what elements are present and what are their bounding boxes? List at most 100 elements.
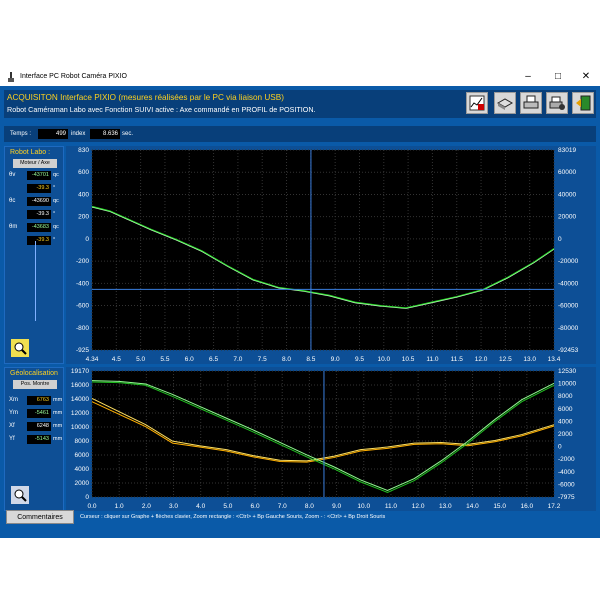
y-left-tick-label: 600 [78,169,89,176]
x-tick-label: 9.0 [331,356,340,363]
x-tick-label: 9.5 [355,356,364,363]
x-tick-label: 12.0 [412,503,425,510]
y-left-tick-label: 12000 [71,410,89,417]
geo-row-value: -5461 [27,409,51,418]
geo-row-label: Ym [9,410,18,416]
chart-settings-icon [469,95,485,111]
y-right-tick-label: -4000 [558,469,575,476]
print-setup-button[interactable] [546,92,568,114]
window-title: Interface PC Robot Caméra PIXIO [20,73,127,80]
y-right-tick-label: 4000 [558,418,573,425]
geo-row-unit: mm [53,436,63,442]
y-left-tick-label: 8000 [75,438,90,445]
y-right-tick-label: -6000 [558,481,575,488]
x-tick-label: 7.5 [258,356,267,363]
x-tick-label: 1.0 [115,503,124,510]
x-tick-label: 13.4 [548,356,561,363]
exit-button[interactable] [572,92,594,114]
robot-mode-button[interactable]: Moteur / Axe [13,159,57,168]
y-right-tick-label: 8000 [558,393,573,400]
geo-row-label: Xf [9,423,15,429]
y-right-tick-label: 0 [558,444,562,451]
robot-row-value: -39.3 [27,236,51,245]
y-left-tick-label: -200 [76,258,89,265]
y-right-tick-label: 83019 [558,147,576,154]
magnifier-icon [14,489,27,502]
robot-position-chart[interactable]: 4.34 4.5 5.0 5.5 6.0 6.5 7.0 7.5 8.0 8.5 9.0 9.5 10.… [66,146,596,364]
x-tick-label: 7.0 [233,356,242,363]
minimize-button[interactable]: – [514,68,542,86]
main-window: ACQUISITON Interface PIXIO (mesures réal… [0,86,600,538]
x-tick-label: 6.0 [185,356,194,363]
x-tick-label: 4.5 [112,356,121,363]
y-right-tick-label: -80000 [558,325,579,332]
robot-row-unit: ° [53,211,56,217]
open-icon [497,98,513,110]
y-left-tick-label: -925 [76,347,89,354]
robot-row-unit: qc [53,198,59,204]
robot-row-value: -43690 [27,197,51,206]
chart-settings-button[interactable] [466,92,488,114]
y-left-tick-label: 400 [78,191,89,198]
x-tick-label: 9.0 [332,503,341,510]
x-tick-label: 10.5 [402,356,415,363]
robot-row-unit: ° [53,185,56,191]
geolocation-chart[interactable]: 0.0 1.0 2.0 3.0 4.0 5.0 6.0 7.0 8.0 9.0 10.0 11.0 12… [66,367,596,511]
comments-button[interactable]: Commentaires [6,510,74,524]
close-button[interactable]: ✕ [572,68,600,86]
geo-row-value: 6763 [27,396,51,405]
y-right-tick-label: -92453 [558,347,579,354]
y-right-tick-label: -60000 [558,303,579,310]
robot-row-unit: qc [53,172,59,178]
y-right-tick-label: 20000 [558,214,576,221]
robot-section-title: Robot Labo : [10,149,51,156]
maximize-button[interactable]: □ [544,68,572,86]
y-right-tick-label: -40000 [558,280,579,287]
geo-row-label: Yf [9,436,15,442]
y-left-tick-label: 4000 [75,466,90,473]
print-setup-icon [549,96,565,110]
y-left-tick-label: 14000 [71,396,89,403]
y-right-tick-label: -7975 [558,494,575,501]
y-right-tick-label: 2000 [558,431,573,438]
y-right-tick-label: 40000 [558,191,576,198]
index-label: index [71,131,86,137]
x-tick-label: 10.0 [377,356,390,363]
geo-mode-button[interactable]: Pos. Montre [13,380,57,389]
robot-row-label: θc [9,198,16,204]
header-line1: ACQUISITON Interface PIXIO (mesures réal… [7,93,284,102]
print-button[interactable] [520,92,542,114]
time-info-bar: Temps : 499 index 8.636 sec. [4,126,596,142]
plot-area [92,150,554,350]
y-left-tick-label: -800 [76,325,89,332]
y-left-tick-label: 830 [78,147,89,154]
geo-row-value: -5143 [27,435,51,444]
y-left-tick-label: 200 [78,214,89,221]
x-tick-label: 11.0 [385,503,398,510]
temps-label: Temps : [10,131,32,137]
robot-row-label: θm [9,224,18,230]
robot-slider-track[interactable] [35,241,36,321]
x-tick-label: 17.2 [548,503,561,510]
geo-row-unit: mm [53,397,63,403]
x-tick-label: 6.5 [209,356,218,363]
geo-row-unit: mm [53,410,63,416]
x-tick-label: 11.0 [426,356,439,363]
geo-section-title: Géolocalisation [10,370,58,377]
y-left-tick-label: -400 [76,280,89,287]
y-left-tick-label: 19170 [71,368,89,375]
print-icon [523,95,539,109]
x-tick-label: 3.0 [169,503,178,510]
x-tick-label: 7.0 [278,503,287,510]
x-tick-label: 5.5 [160,356,169,363]
x-tick-label: 13.0 [523,356,536,363]
x-tick-label: 12.0 [475,356,488,363]
x-tick-label: 12.5 [499,356,512,363]
index-value: 499 [38,129,68,139]
y-right-tick-label: -20000 [558,258,579,265]
y-right-tick-label: -2000 [558,456,575,463]
open-button[interactable] [494,92,516,114]
robot-zoom-button[interactable] [11,339,29,357]
x-tick-label: 8.5 [306,356,315,363]
geo-zoom-button[interactable] [11,486,29,504]
